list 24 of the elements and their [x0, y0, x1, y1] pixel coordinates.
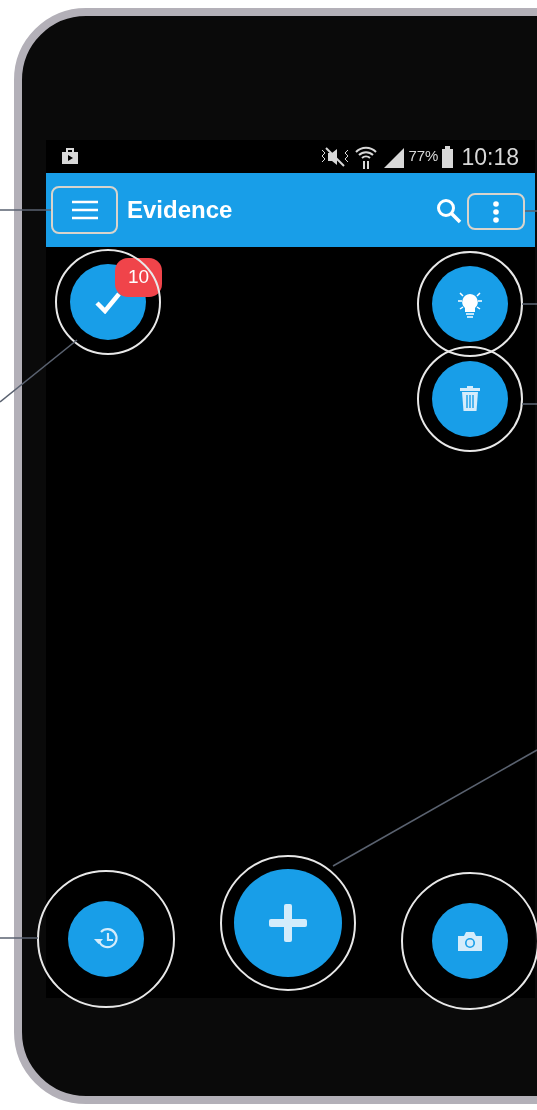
- count-badge: 10: [115, 258, 162, 297]
- leader-line: [0, 937, 39, 939]
- more-icon: [493, 200, 499, 223]
- trash-icon: [459, 386, 481, 412]
- leader-line: [0, 209, 52, 211]
- battery-percent: 77%: [408, 146, 439, 167]
- clock-time: 10:18: [461, 143, 519, 170]
- app-title: Evidence: [127, 195, 233, 225]
- check-icon: [94, 290, 122, 314]
- idea-button[interactable]: [432, 266, 508, 342]
- delete-button[interactable]: [432, 361, 508, 437]
- leader-line: [524, 210, 537, 212]
- leader-line: [521, 403, 537, 405]
- mute-icon: [320, 145, 351, 168]
- menu-icon: [71, 200, 98, 220]
- menu-button[interactable]: [51, 186, 118, 234]
- search-icon[interactable]: [436, 198, 462, 224]
- leader-line: [521, 303, 537, 305]
- history-icon: [93, 927, 119, 951]
- camera-icon: [457, 931, 483, 951]
- add-button[interactable]: [234, 869, 342, 977]
- more-options-button[interactable]: [467, 193, 525, 230]
- plus-icon: [269, 904, 307, 942]
- battery-icon: [442, 145, 454, 168]
